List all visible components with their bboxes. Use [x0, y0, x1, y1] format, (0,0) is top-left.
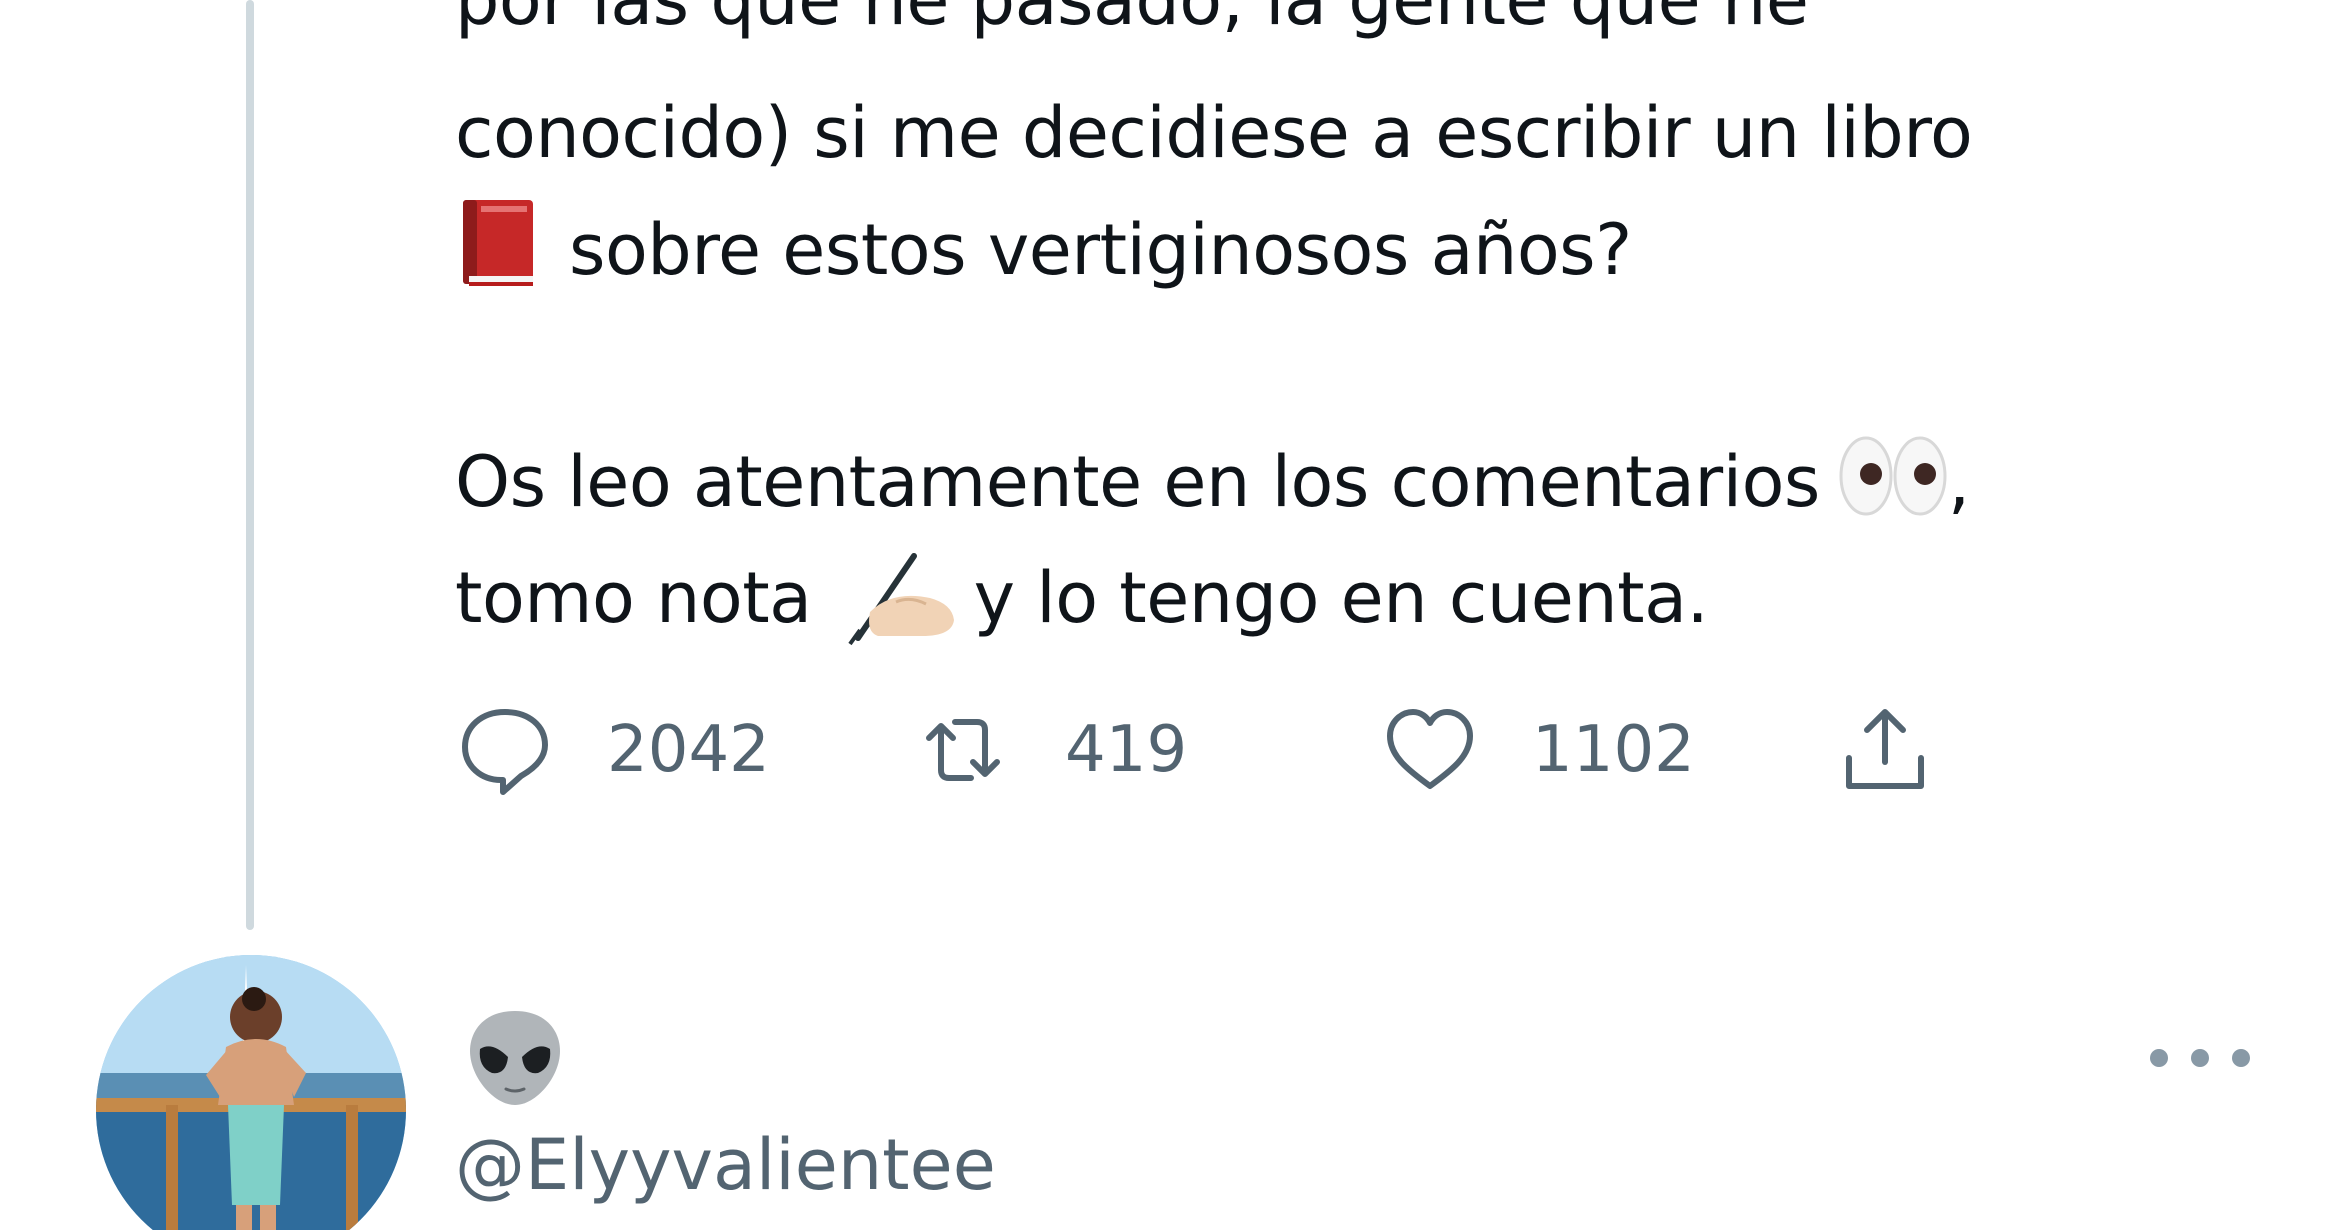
retweet-icon: [926, 719, 1000, 781]
tweet-text-line: conocido) si me decidiese a escribir un …: [455, 75, 1973, 191]
eyes-icon: [1839, 436, 1947, 516]
tweet-text-segment: tomo nota: [455, 557, 812, 639]
red-book-icon: [463, 200, 533, 286]
tweet-text-segment: ,: [1947, 441, 1970, 523]
heart-icon: [1387, 709, 1473, 789]
more-icon: [2232, 1049, 2250, 1067]
tweet-text-line: tomo nota y lo tengo en cuenta.: [455, 540, 1709, 656]
avatar[interactable]: [96, 955, 406, 1230]
tweet-text-segment: y lo tengo en cuenta.: [973, 557, 1709, 639]
retweet-count: 419: [1065, 713, 1188, 787]
alien-icon: [470, 1011, 560, 1105]
avatar-photo: [96, 955, 406, 1230]
reply-count: 2042: [607, 713, 770, 787]
tweet-text-line: por las que he pasado, la gente que he: [455, 0, 1809, 58]
tweet-actions-bar: 2042 419 1102: [455, 700, 2055, 800]
more-icon: [2191, 1049, 2209, 1067]
reply-button[interactable]: 2042: [455, 700, 770, 800]
like-count: 1102: [1532, 713, 1695, 787]
tweet-text-segment: por las que he pasado, la gente que he: [455, 0, 1809, 41]
tweet-text-line: Os leo atentamente en los comentarios ,: [455, 424, 1970, 540]
tweet-text-segment: Os leo atentamente en los comentarios: [455, 441, 1820, 523]
tweet-text-segment: conocido) si me decidiese a escribir un …: [455, 92, 1973, 174]
share-icon: [1846, 709, 1924, 789]
like-button[interactable]: 1102: [1380, 700, 1695, 800]
reply-icon: [462, 709, 548, 795]
tweet-text-segment: sobre estos vertiginosos años?: [569, 209, 1632, 291]
share-button[interactable]: [1835, 700, 1935, 800]
thread-connector-line: [246, 0, 254, 930]
reply-user-handle[interactable]: @Elyyvalientee: [455, 1115, 996, 1215]
tweet-text-line: sobre estos vertiginosos años?: [455, 192, 1632, 308]
retweet-button[interactable]: 419: [913, 700, 1187, 800]
more-icon: [2150, 1049, 2168, 1067]
more-options-button[interactable]: [2150, 1040, 2250, 1076]
writing-hand-icon: [847, 553, 954, 646]
